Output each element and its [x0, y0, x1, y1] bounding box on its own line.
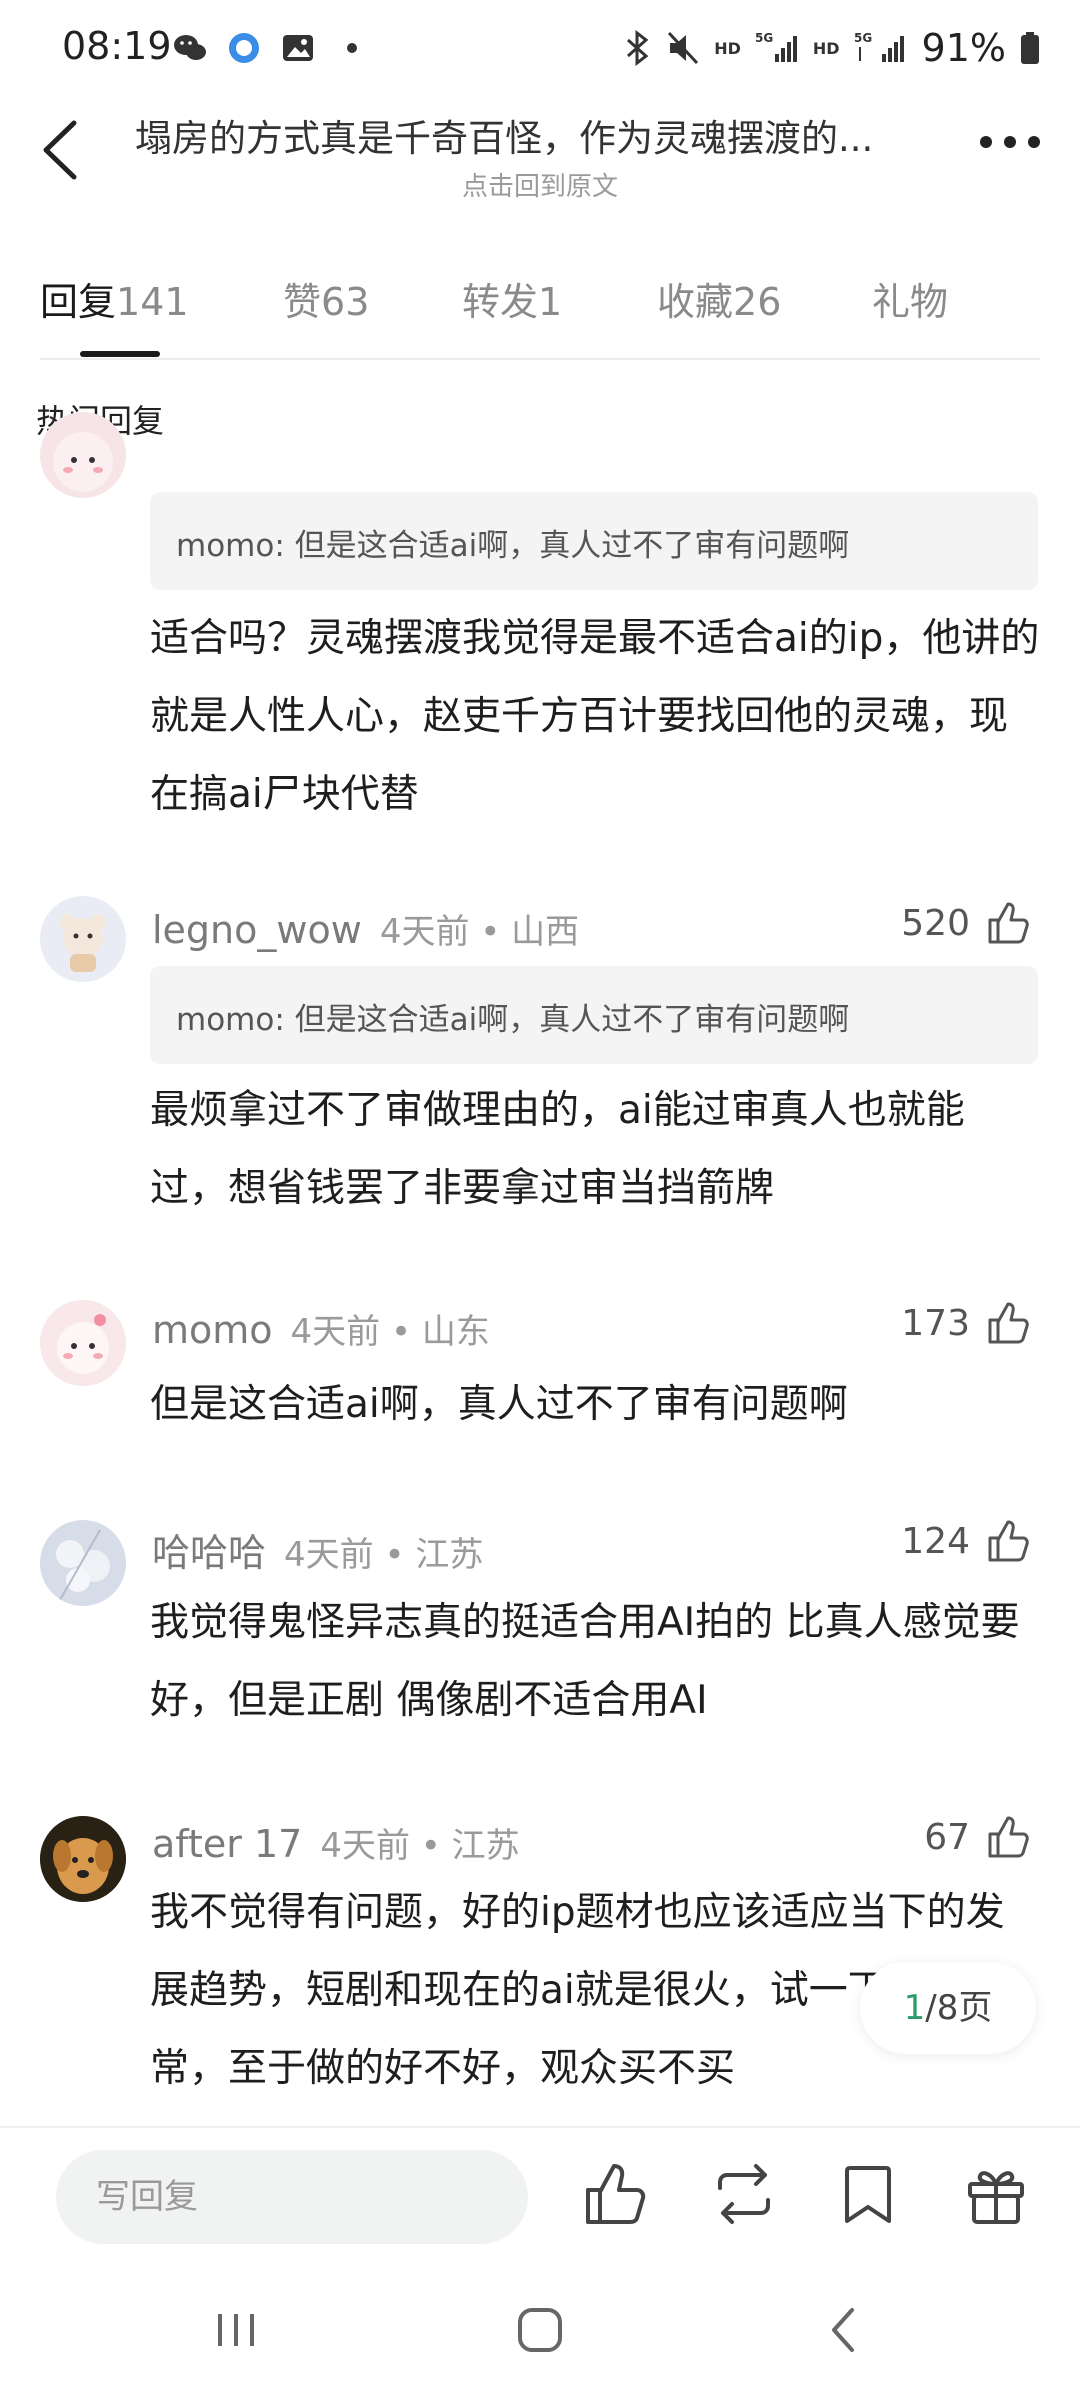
tab-replies[interactable]: 回复141	[40, 271, 189, 326]
comment-meta: after 17 4天前 • 江苏	[152, 1818, 520, 1867]
avatar[interactable]	[40, 1520, 126, 1606]
mute-icon	[668, 31, 699, 65]
avatar[interactable]	[40, 896, 126, 982]
gallery-icon	[283, 35, 313, 61]
comment-body[interactable]: 但是这合适ai啊，真人过不了审有问题啊	[150, 1366, 1040, 1444]
username[interactable]: after 17	[152, 1822, 302, 1866]
status-bar: 08:19 HD 5G HD 5G 91%	[0, 0, 1080, 100]
quoted-reply[interactable]: momo: 但是这合适ai啊，真人过不了审有问题啊	[150, 966, 1038, 1064]
signal-5g-icon-2: 5G	[854, 31, 904, 62]
browser-icon	[229, 33, 259, 63]
thumbs-up-icon	[988, 1816, 1029, 1858]
dot-icon	[347, 43, 357, 53]
like-count: 520	[901, 902, 970, 944]
tab-label: 赞	[283, 280, 322, 324]
thumbs-up-icon	[988, 1302, 1029, 1344]
comment-time-location: 4天前 • 江苏	[284, 1535, 484, 1575]
like-control[interactable]: 520	[901, 900, 1030, 946]
more-options-button[interactable]	[980, 136, 1040, 156]
more-dot	[1028, 136, 1040, 148]
comment-meta: 哈哈哈 4天前 • 江苏	[152, 1522, 483, 1577]
page-indicator[interactable]: 1/8页	[860, 1962, 1036, 2054]
comment-time-location: 4天前 • 山西	[379, 912, 580, 952]
comment-time-location: 4天前 • 山东	[290, 1312, 490, 1352]
comment-time-location: 4天前 • 江苏	[320, 1826, 520, 1866]
post-title[interactable]: 塌房的方式真是千奇百怪，作为灵魂摆渡的...	[135, 108, 925, 162]
home-icon[interactable]	[500, 2300, 580, 2360]
avatar[interactable]	[40, 1300, 126, 1386]
tab-label: 礼物	[872, 280, 949, 324]
current-page: 1	[903, 1988, 926, 2028]
comment-body[interactable]: 最烦拿过不了审做理由的，ai能过审真人也就能过，想省钱罢了非要拿过审当挡箭牌	[150, 1072, 1040, 1228]
thumbs-up-icon	[988, 1520, 1029, 1562]
active-tab-indicator	[80, 351, 160, 357]
avatar[interactable]	[40, 1816, 126, 1902]
tab-count: 63	[321, 280, 370, 324]
like-control[interactable]: 124	[901, 1518, 1030, 1564]
tab-label: 转发	[462, 280, 539, 324]
username[interactable]: momo	[152, 1308, 273, 1352]
comment-meta: legno_wow 4天前 • 山西	[152, 904, 579, 953]
svg-text:5G: 5G	[755, 31, 773, 45]
thumbs-up-icon[interactable]	[578, 2158, 650, 2230]
username[interactable]: legno_wow	[152, 908, 362, 952]
post-header: 塌房的方式真是千奇百怪，作为灵魂摆渡的... 点击回到原文	[0, 100, 1080, 250]
comment-body[interactable]: 适合吗？灵魂摆渡我觉得是最不适合ai的ip，他讲的就是人性人心，赵吏千方百计要找…	[150, 600, 1040, 834]
comment-meta: momo 4天前 • 山东	[152, 1304, 490, 1353]
status-time: 08:19	[62, 24, 172, 68]
system-nav-bar	[0, 2260, 1080, 2400]
avatar[interactable]	[40, 412, 126, 498]
more-dot	[980, 136, 992, 148]
more-dot	[1004, 136, 1016, 148]
hd-label: HD	[714, 38, 741, 58]
tab-count: 1	[538, 280, 563, 324]
like-control[interactable]: 67	[924, 1814, 1030, 1860]
reply-input[interactable]: 写回复	[56, 2150, 528, 2244]
bottom-action-bar: 写回复	[0, 2126, 1080, 2260]
tab-label: 收藏	[657, 280, 734, 324]
tab-gifts[interactable]: 礼物	[872, 271, 948, 326]
thumbs-up-icon	[988, 902, 1029, 944]
gift-icon[interactable]	[960, 2158, 1032, 2230]
tab-count: 141	[116, 280, 189, 324]
recent-apps-icon[interactable]	[196, 2300, 276, 2360]
comment-item: momo 4天前 • 山东 173 但是这合适ai啊，真人过不了审有问题啊	[0, 1296, 1080, 1476]
comment-item: 哈哈哈 4天前 • 江苏 124 我觉得鬼怪异志真的挺适合用AI拍的 比真人感觉要…	[0, 1514, 1080, 1774]
tab-reposts[interactable]: 转发1	[462, 271, 562, 326]
svg-text:5G: 5G	[854, 31, 872, 45]
back-nav-icon[interactable]	[804, 2300, 884, 2360]
comment-item: momo: 但是这合适ai啊，真人过不了审有问题啊 适合吗？灵魂摆渡我觉得是最不…	[0, 412, 1080, 852]
username[interactable]: 哈哈哈	[152, 1531, 266, 1575]
tab-likes[interactable]: 赞63	[283, 271, 369, 326]
wechat-icon	[174, 35, 206, 60]
tab-count: 26	[733, 280, 782, 324]
quoted-reply[interactable]: momo: 但是这合适ai啊，真人过不了审有问题啊	[150, 492, 1038, 590]
repost-icon[interactable]	[708, 2158, 780, 2230]
like-control[interactable]: 173	[901, 1300, 1030, 1346]
battery-icon	[1021, 32, 1039, 64]
status-right: HD 5G HD 5G 91%	[622, 26, 1040, 70]
comment-body[interactable]: 我觉得鬼怪异志真的挺适合用AI拍的 比真人感觉要好，但是正剧 偶像剧不适合用AI	[150, 1584, 1040, 1740]
bookmark-icon[interactable]	[832, 2158, 904, 2230]
notification-icons	[172, 30, 370, 66]
like-count: 67	[924, 1816, 970, 1858]
back-to-original-link[interactable]: 点击回到原文	[0, 166, 1080, 203]
tab-favorites[interactable]: 收藏26	[657, 271, 781, 326]
like-count: 124	[901, 1520, 970, 1562]
bluetooth-icon	[627, 30, 649, 66]
signal-5g-icon: 5G	[755, 31, 797, 62]
like-count: 173	[901, 1302, 970, 1344]
interaction-tabs: 回复141 赞63 转发1 收藏26 礼物	[40, 265, 1040, 360]
comment-item: legno_wow 4天前 • 山西 520 momo: 但是这合适ai啊，真人过…	[0, 896, 1080, 1276]
hd-label-2: HD	[812, 38, 840, 58]
total-pages: /8页	[925, 1988, 993, 2028]
battery-percent: 91%	[921, 26, 1006, 70]
tab-label: 回复	[40, 280, 117, 324]
